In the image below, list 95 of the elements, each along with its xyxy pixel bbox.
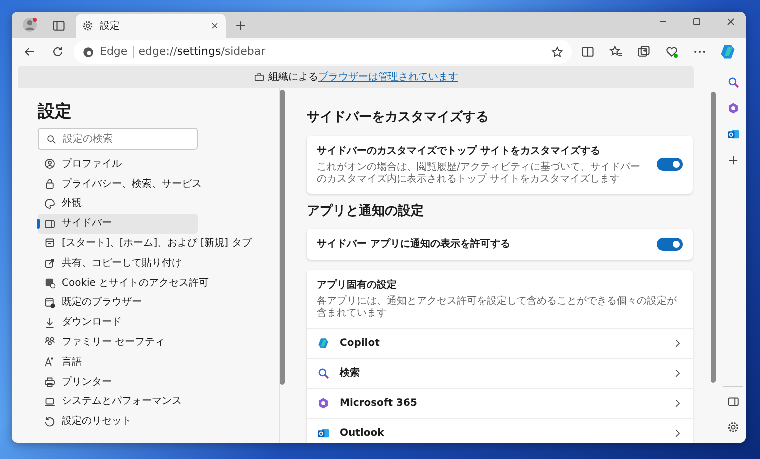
sidebar-icon <box>44 218 56 230</box>
app-name: Outlook <box>340 427 386 442</box>
nav-label: プライバシー、検索、サービス <box>62 178 202 192</box>
nav-item[interactable]: プロファイル <box>38 154 198 174</box>
profile-icon <box>44 158 56 170</box>
nav-label: 言語 <box>62 356 82 370</box>
download-icon <box>44 316 56 329</box>
nav-item[interactable]: 共有、コピーして貼り付け <box>38 253 198 274</box>
search-field[interactable]: 設定の検索 <box>38 128 198 150</box>
toggle-switch[interactable] <box>657 158 683 172</box>
language-icon <box>44 356 56 368</box>
nav-item[interactable]: ダウンロード <box>38 312 198 333</box>
share-icon <box>44 257 56 270</box>
scrollbar-thumb[interactable] <box>280 90 285 385</box>
reset-icon <box>44 416 56 428</box>
nav-label: 共有、コピーして貼り付け <box>62 256 182 271</box>
nav-label: ダウンロード <box>62 316 122 330</box>
nav-item[interactable]: 外観 <box>38 194 198 214</box>
managed-link[interactable]: ブラウザーは管理されています <box>318 72 458 82</box>
heart-icon[interactable] <box>665 45 679 59</box>
nav-item[interactable]: Cookie とサイトのアクセス許可 <box>38 273 216 293</box>
briefcase-icon <box>254 72 264 82</box>
new-tab-icon[interactable] <box>234 19 248 33</box>
tab-actions-icon[interactable] <box>52 19 66 33</box>
info-text: 組織によるブラウザーは管理されています <box>268 70 458 84</box>
setting-title: サイドバーのカスタマイズでトップ サイトをカスタマイズする <box>317 144 602 159</box>
nav-item[interactable]: 設定のリセット <box>38 412 198 432</box>
maximize-icon[interactable] <box>691 16 703 28</box>
nav-item[interactable]: サイドバー <box>38 214 198 234</box>
site-label: Edge <box>100 44 128 60</box>
close-icon[interactable] <box>725 16 737 28</box>
avatar-icon[interactable] <box>22 17 38 33</box>
hexagon-icon[interactable] <box>726 102 740 114</box>
split-screen-icon[interactable] <box>581 45 595 59</box>
favorites-icon[interactable] <box>609 45 623 59</box>
nav-label: 設定のリセット <box>62 414 132 430</box>
hexagon-icon <box>317 397 330 410</box>
setting-title: サイドバー アプリに通知の表示を許可する <box>317 237 512 252</box>
app-name: Copilot <box>340 337 381 352</box>
collections-icon[interactable] <box>637 45 651 59</box>
nav-item[interactable]: システムとパフォーマンス <box>38 392 198 412</box>
address-field[interactable]: Edge edge://settings/sidebar <box>74 40 572 64</box>
app-row[interactable]: Outlook <box>307 418 693 443</box>
section-heading: アプリと通知の設定 <box>307 204 425 220</box>
close-icon[interactable] <box>210 21 220 31</box>
back-icon[interactable] <box>23 45 37 59</box>
nav-label: [スタート]、[ホーム]、および [新規] タブ <box>62 236 252 251</box>
card-title: アプリ固有の設定 <box>317 278 398 294</box>
nav-item[interactable]: プライバシー、検索、サービス <box>38 174 208 194</box>
card-description: 各アプリには、通知とアクセス許可を設定して含めることができる個々の設定が含まれています <box>317 296 678 320</box>
nav-label: サイドバー <box>62 217 112 232</box>
star-icon[interactable] <box>551 46 564 58</box>
nav-label: プリンター <box>62 376 112 390</box>
search-icon <box>46 134 57 146</box>
cookie-icon <box>44 277 56 290</box>
mail-icon[interactable] <box>726 128 740 140</box>
tab-title: 設定 <box>100 20 121 34</box>
browser-tab[interactable]: 設定 <box>76 14 226 38</box>
section-heading: サイドバーをカスタマイズする <box>307 110 490 126</box>
refresh-icon[interactable] <box>51 45 65 59</box>
lock-icon <box>44 178 56 190</box>
add-icon[interactable] <box>726 154 740 166</box>
laptop-icon <box>44 396 56 408</box>
nav-label: 外観 <box>62 197 82 212</box>
setting-description: これがオンの場合は、閲覧履歴/アクティビティに基づいて、サイドバーのカスタマイズ内に表示されるトップ サイトをカスタマイズします <box>317 162 642 186</box>
nav-item[interactable]: ファミリー セーフティ <box>38 332 198 352</box>
nav-label: ファミリー セーフティ <box>62 336 166 350</box>
app-row[interactable]: 検索 <box>307 358 693 388</box>
search-icon[interactable] <box>726 76 740 88</box>
people-icon <box>44 336 56 348</box>
nav-label: プロファイル <box>62 158 122 172</box>
app-row[interactable]: Copilot <box>307 328 693 358</box>
nav-label: Cookie とサイトのアクセス許可 <box>62 276 210 291</box>
nav-item[interactable]: 既定のブラウザー <box>38 292 198 313</box>
page-title: 設定 <box>38 102 73 122</box>
nav-label: システムとパフォーマンス <box>62 395 182 410</box>
palette-icon <box>44 198 56 210</box>
nav-item[interactable]: [スタート]、[ホーム]、および [新規] タブ <box>38 234 258 254</box>
browser-icon <box>44 296 56 309</box>
search-icon <box>317 367 330 380</box>
app-name: 検索 <box>340 366 361 382</box>
scrollbar-thumb[interactable] <box>711 92 716 383</box>
window-icon <box>44 237 56 250</box>
nav-label: 既定のブラウザー <box>62 296 142 310</box>
browser-logo-icon <box>82 46 95 58</box>
toggle-switch[interactable] <box>657 238 683 252</box>
app-row[interactable]: Microsoft 365 <box>307 388 693 418</box>
settings-icon[interactable] <box>726 420 740 434</box>
settings-icon <box>82 20 94 32</box>
printer-icon <box>44 376 56 388</box>
nav-item[interactable]: 言語 <box>38 352 198 372</box>
mail-icon <box>317 427 330 440</box>
nav-item[interactable]: プリンター <box>38 372 198 392</box>
app-name: Microsoft 365 <box>340 397 418 412</box>
url-text: edge://settings/sidebar <box>138 44 267 60</box>
